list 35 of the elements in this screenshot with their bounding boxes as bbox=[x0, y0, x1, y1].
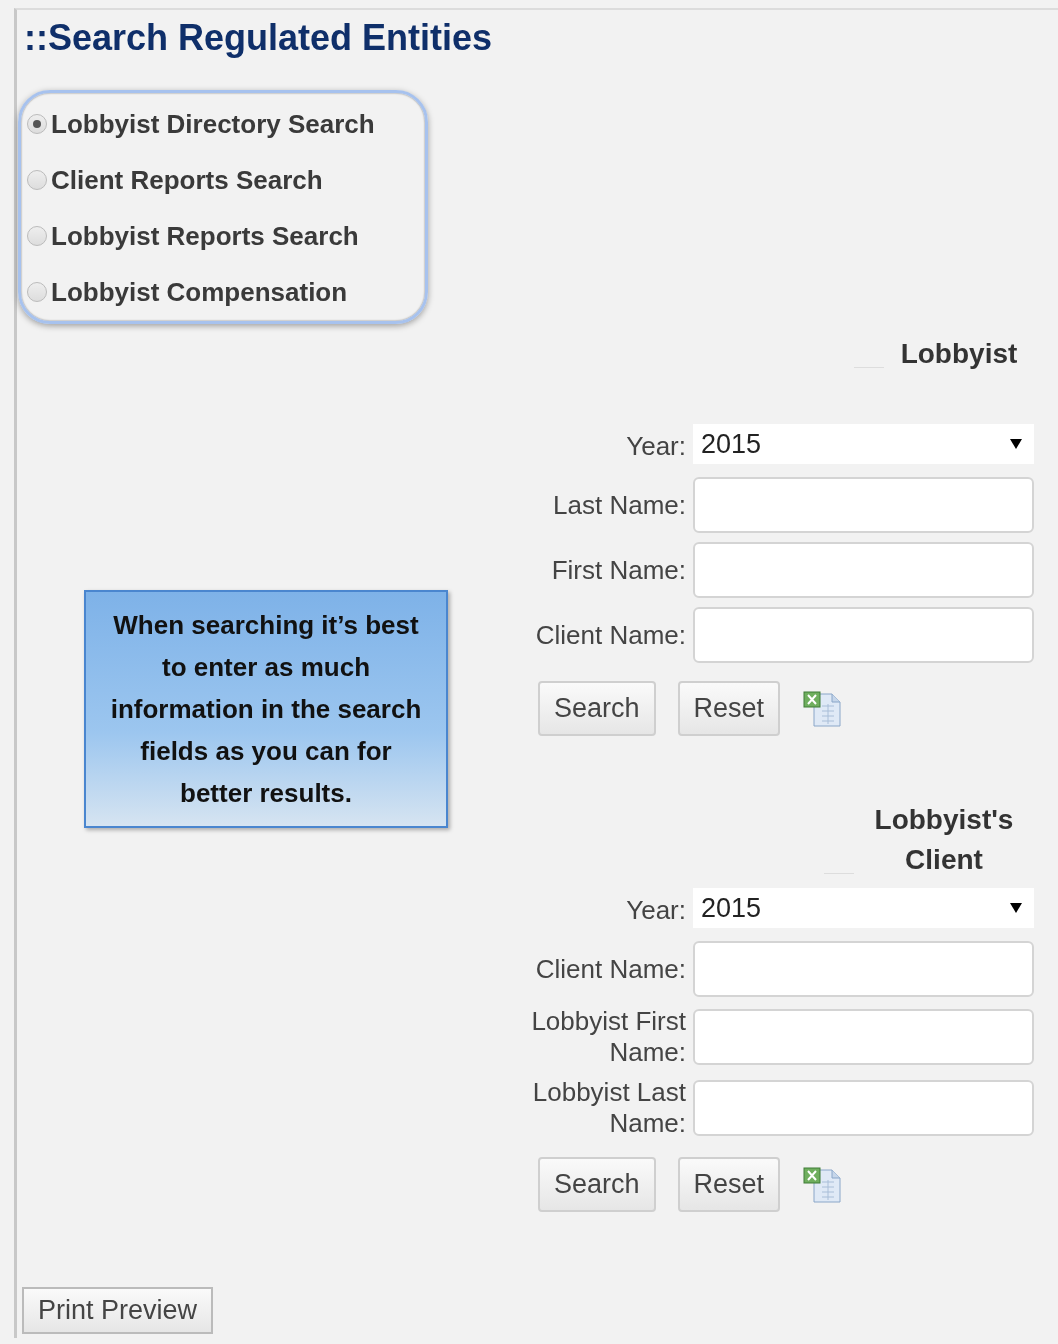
radio-button[interactable] bbox=[27, 170, 47, 190]
year-dropdown[interactable]: 2015 bbox=[693, 424, 1034, 464]
print-preview-button[interactable]: Print Preview bbox=[22, 1287, 214, 1334]
tip-callout: When searching it’s best to enter as much information in the search fields as you can for better results. bbox=[84, 590, 448, 828]
field-label: Last Name: bbox=[552, 489, 686, 521]
input-field[interactable] bbox=[693, 477, 1034, 533]
input-field[interactable] bbox=[693, 941, 1034, 997]
field-label: Lobbyist Last Name: bbox=[531, 1077, 686, 1139]
field-label: Year: bbox=[625, 430, 686, 462]
field-label: First Name: bbox=[550, 554, 686, 586]
radio-button[interactable] bbox=[27, 114, 47, 134]
field-label: Client Name: bbox=[534, 619, 686, 651]
form-button[interactable]: Reset bbox=[677, 681, 781, 736]
radio-label[interactable]: Lobbyist Compensation bbox=[51, 277, 348, 307]
input-field[interactable] bbox=[693, 1080, 1034, 1136]
input-field[interactable] bbox=[693, 1009, 1034, 1065]
radio-button[interactable] bbox=[27, 282, 47, 302]
caret-icon bbox=[1010, 439, 1022, 449]
field-label: Lobbyist First Name: bbox=[530, 1006, 686, 1068]
input-field[interactable] bbox=[693, 607, 1034, 663]
section-heading: Lobbyist bbox=[899, 337, 1019, 371]
field-label: Client Name: bbox=[534, 953, 686, 985]
form-button[interactable]: Search bbox=[538, 681, 656, 736]
radio-label[interactable]: Client Reports Search bbox=[51, 165, 323, 195]
radio-label[interactable]: Lobbyist Directory Search bbox=[51, 109, 375, 139]
section-heading: Lobbyist's Client bbox=[873, 803, 1015, 877]
form-button[interactable]: Reset bbox=[677, 1157, 781, 1212]
year-dropdown[interactable]: 2015 bbox=[693, 888, 1034, 928]
field-label: Year: bbox=[625, 894, 686, 926]
page-title: ::Search Regulated Entities bbox=[24, 16, 494, 60]
form-button[interactable]: Search bbox=[538, 1157, 656, 1212]
radio-button[interactable] bbox=[27, 226, 47, 246]
radio-label[interactable]: Lobbyist Reports Search bbox=[51, 221, 359, 251]
input-field[interactable] bbox=[693, 542, 1034, 598]
caret-icon bbox=[1010, 903, 1022, 913]
